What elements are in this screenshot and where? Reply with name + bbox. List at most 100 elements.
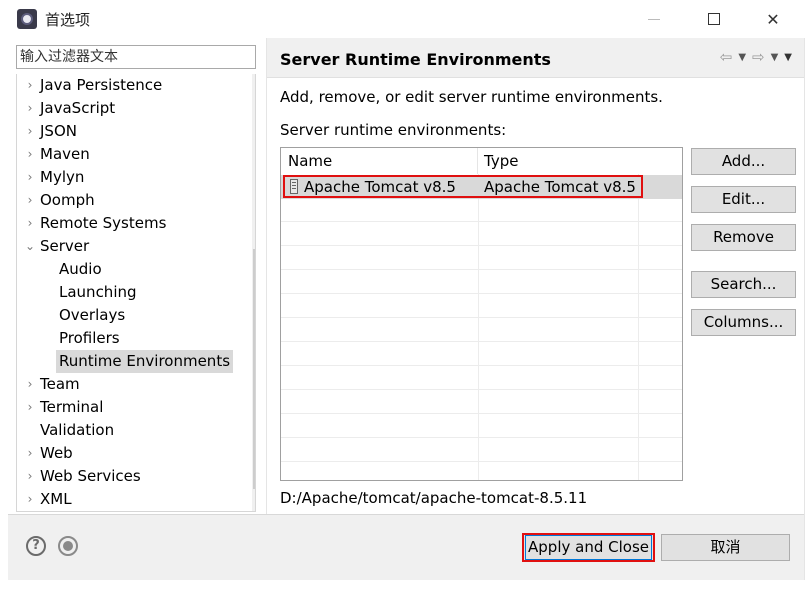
- sidebar-item-terminal[interactable]: › Terminal: [17, 396, 236, 419]
- forward-arrow-icon[interactable]: ⇨: [752, 48, 765, 68]
- remove-button[interactable]: Remove: [691, 224, 796, 251]
- sidebar-item-overlays[interactable]: Overlays: [17, 304, 236, 327]
- columns-button[interactable]: Columns...: [691, 309, 796, 336]
- pane-divider[interactable]: [266, 38, 267, 514]
- chevron-right-icon[interactable]: ›: [23, 120, 37, 143]
- sidebar-item-xml[interactable]: › XML: [17, 488, 236, 511]
- row-type: Apache Tomcat v8.5: [484, 178, 636, 196]
- sidebar-item-label: JavaScript: [40, 99, 116, 117]
- sidebar-item-label: Server: [40, 237, 90, 255]
- sidebar-item-label: Launching: [59, 283, 137, 301]
- sidebar-item-remote-systems[interactable]: › Remote Systems: [17, 212, 236, 235]
- help-icon[interactable]: ?: [26, 536, 46, 556]
- chevron-right-icon[interactable]: ›: [23, 212, 37, 235]
- chevron-right-icon[interactable]: ›: [23, 74, 37, 97]
- table-row[interactable]: Apache Tomcat v8.5 Apache Tomcat v8.5: [281, 175, 682, 199]
- sidebar-item-runtime-environments[interactable]: Runtime Environments: [17, 350, 236, 373]
- close-button[interactable]: ✕: [745, 0, 801, 38]
- sidebar-item-team[interactable]: › Team: [17, 373, 236, 396]
- search-button[interactable]: Search...: [691, 271, 796, 298]
- sidebar-item-java-persistence[interactable]: › Java Persistence: [17, 74, 236, 97]
- maximize-icon: [708, 13, 720, 25]
- back-dropdown-icon[interactable]: ▼: [738, 48, 746, 68]
- scroll-up-icon[interactable]: ︿: [252, 74, 255, 96]
- record-macro-icon[interactable]: [58, 536, 78, 556]
- apply-and-close-label: Apply and Close: [525, 535, 652, 560]
- scroll-thumb[interactable]: [253, 249, 255, 489]
- chevron-right-icon[interactable]: ›: [23, 396, 37, 419]
- empty-table-row: [281, 270, 682, 294]
- empty-table-row: [281, 414, 682, 438]
- sidebar-item-label: XML: [40, 490, 72, 508]
- sidebar-item-launching[interactable]: Launching: [17, 281, 236, 304]
- page-title: Server Runtime Environments: [280, 50, 551, 69]
- sidebar-item-profilers[interactable]: Profilers: [17, 327, 236, 350]
- title-bar: 首选项 ✕: [0, 0, 811, 38]
- sidebar-item-label: Oomph: [40, 191, 95, 209]
- sidebar-item-maven[interactable]: › Maven: [17, 143, 236, 166]
- chevron-right-icon[interactable]: ›: [23, 488, 37, 511]
- sidebar-item-oomph[interactable]: › Oomph: [17, 189, 236, 212]
- empty-table-row: [281, 246, 682, 270]
- back-arrow-icon[interactable]: ⇦: [720, 48, 733, 68]
- scroll-down-icon[interactable]: ﹀: [252, 489, 255, 511]
- sidebar-item-label: Remote Systems: [40, 214, 167, 232]
- sidebar-item-server[interactable]: ⌄ Server: [17, 235, 236, 258]
- sidebar-item-label: Profilers: [59, 329, 120, 347]
- maximize-button[interactable]: [686, 0, 742, 38]
- apply-and-close-button[interactable]: Apply and Close: [522, 533, 655, 562]
- server-runtime-icon: [290, 179, 298, 194]
- page-header: Server Runtime Environments ⇦ ▼ ⇨ ▼ ▼: [267, 38, 804, 78]
- chevron-right-icon[interactable]: ›: [23, 373, 37, 396]
- column-header-name[interactable]: Name: [281, 148, 478, 174]
- page-description: Add, remove, or edit server runtime envi…: [280, 88, 663, 106]
- sidebar-item-label: Validation: [40, 421, 115, 439]
- cancel-button[interactable]: 取消: [661, 534, 790, 561]
- sidebar-item-label: Java Persistence: [40, 76, 163, 94]
- sidebar-item-label: Mylyn: [40, 168, 85, 186]
- sidebar-item-label: Web Services: [40, 467, 141, 485]
- row-name: Apache Tomcat v8.5: [304, 178, 456, 196]
- chevron-right-icon[interactable]: ›: [23, 465, 37, 488]
- chevron-right-icon[interactable]: ›: [23, 97, 37, 120]
- column-header-type[interactable]: Type: [478, 148, 638, 174]
- runtime-path: D:/Apache/tomcat/apache-tomcat-8.5.11: [280, 489, 588, 507]
- sidebar-item-mylyn[interactable]: › Mylyn: [17, 166, 236, 189]
- sidebar-item-web[interactable]: › Web: [17, 442, 236, 465]
- chevron-right-icon[interactable]: ›: [23, 442, 37, 465]
- empty-table-row: [281, 342, 682, 366]
- filter-input[interactable]: [16, 45, 256, 69]
- column-divider: [638, 174, 639, 480]
- tree-scrollbar[interactable]: ︿ ﹀: [252, 74, 255, 511]
- sidebar-item-web-services[interactable]: › Web Services: [17, 465, 236, 488]
- sidebar-item-json[interactable]: › JSON: [17, 120, 236, 143]
- chevron-right-icon[interactable]: ›: [23, 166, 37, 189]
- preference-tree: › Java Persistence › JavaScript › JSON › Maven ›…: [16, 74, 256, 512]
- sidebar-item-javascript[interactable]: › JavaScript: [17, 97, 236, 120]
- add-button[interactable]: Add...: [691, 148, 796, 175]
- sidebar-item-label: Runtime Environments: [56, 350, 234, 373]
- page-nav: ⇦ ▼ ⇨ ▼ ▼: [720, 48, 792, 68]
- runtime-list-label: Server runtime environments:: [280, 121, 507, 139]
- chevron-down-icon[interactable]: ⌄: [23, 235, 37, 258]
- empty-table-row: [281, 318, 682, 342]
- sidebar-item-label: Maven: [40, 145, 90, 163]
- minimize-button[interactable]: [626, 0, 682, 38]
- empty-table-row: [281, 366, 682, 390]
- empty-table-row: [281, 198, 682, 222]
- sidebar-item-audio[interactable]: Audio: [17, 258, 236, 281]
- view-menu-icon[interactable]: ▼: [784, 48, 792, 68]
- sidebar-item-validation[interactable]: Validation: [17, 419, 236, 442]
- frame-border: [804, 38, 805, 580]
- minimize-icon: [648, 18, 660, 20]
- chevron-right-icon[interactable]: ›: [23, 189, 37, 212]
- close-icon: ✕: [766, 9, 780, 29]
- eclipse-app-icon: [17, 9, 37, 29]
- sidebar-item-label: JSON: [40, 122, 77, 140]
- forward-dropdown-icon[interactable]: ▼: [771, 48, 779, 68]
- chevron-right-icon[interactable]: ›: [23, 143, 37, 166]
- sidebar-item-label: Web: [40, 444, 73, 462]
- runtime-table: Name Type Apache Tomcat v8.5 Apache Tomc…: [280, 147, 683, 481]
- column-divider: [478, 174, 479, 480]
- edit-button[interactable]: Edit...: [691, 186, 796, 213]
